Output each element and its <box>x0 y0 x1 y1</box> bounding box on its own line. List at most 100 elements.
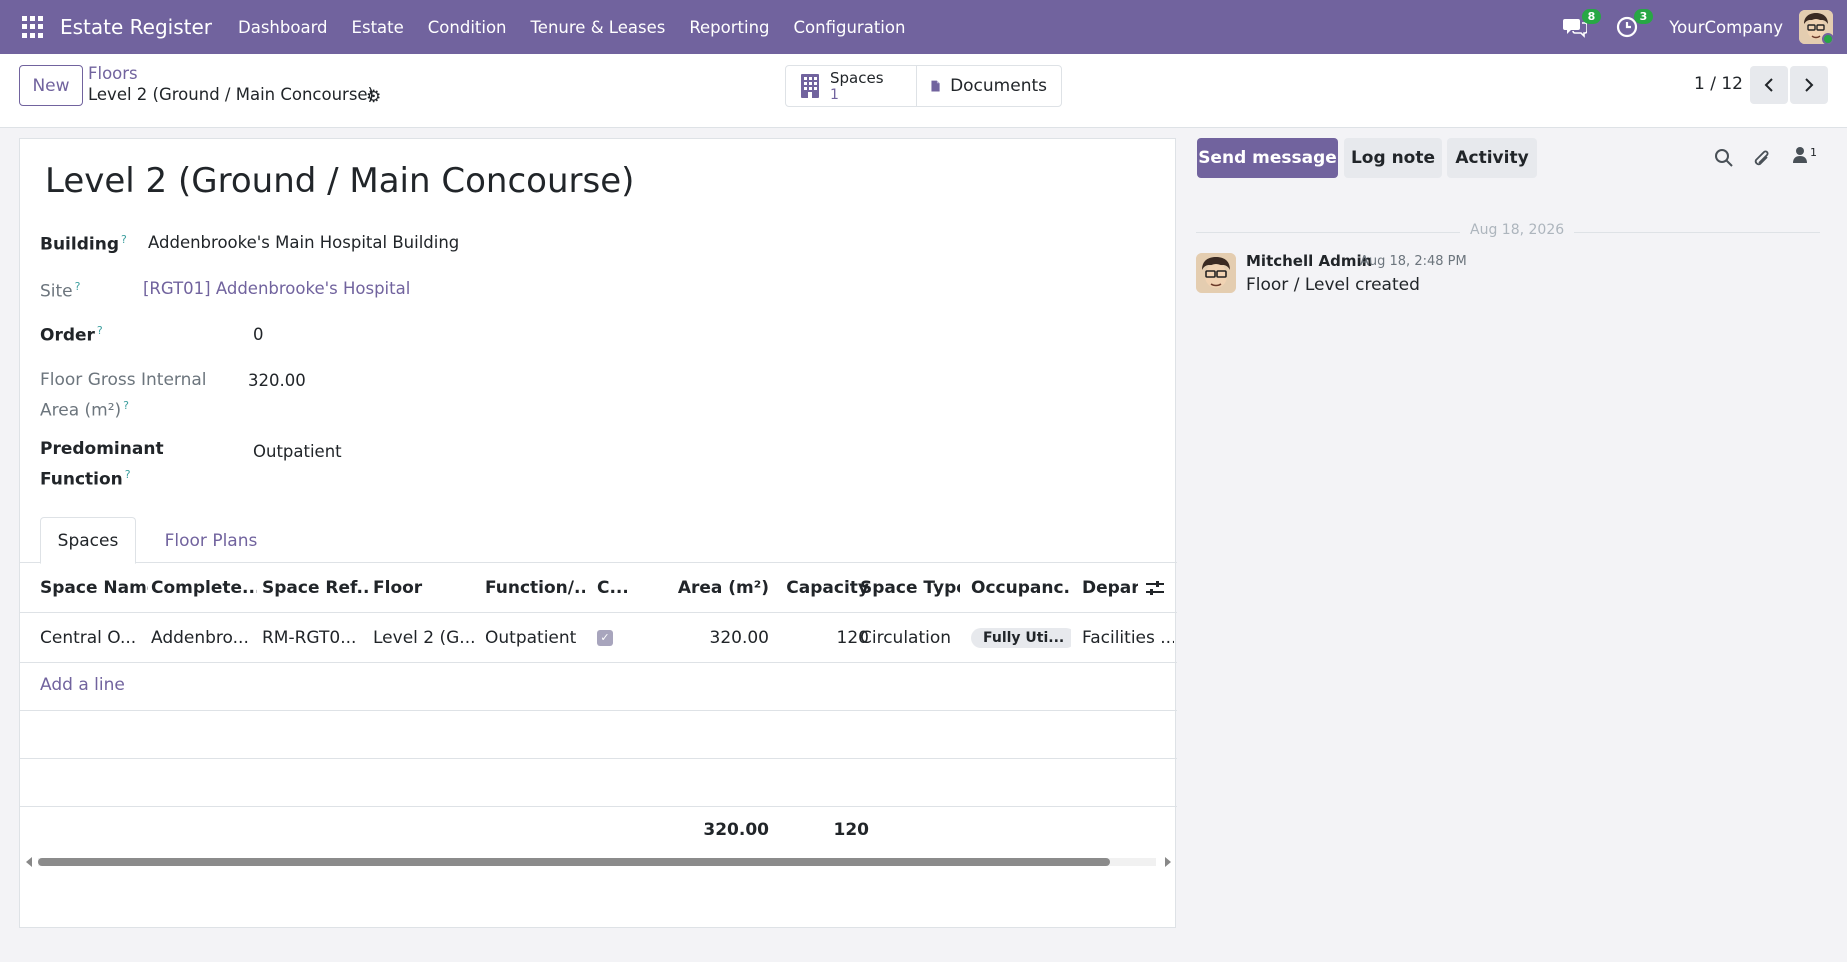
add-line-row: Add a line <box>20 663 1177 711</box>
search-icon[interactable] <box>1714 148 1734 168</box>
chatter-panel: Send message Log note Activity 1 Aug 18,… <box>1196 138 1836 928</box>
col-space-type[interactable]: Space Type <box>860 563 960 612</box>
pager-previous-button[interactable] <box>1750 66 1788 104</box>
spaces-smart-button[interactable]: Spaces 1 <box>786 66 916 106</box>
scrollbar-thumb[interactable] <box>38 858 1110 866</box>
cell-space-type[interactable]: Circulation <box>860 613 964 662</box>
col-capacity[interactable]: Capacity <box>776 563 869 612</box>
tab-spaces[interactable]: Spaces <box>40 517 136 564</box>
breadcrumb-floors[interactable]: Floors <box>88 64 138 83</box>
building-label: Building? <box>40 233 127 255</box>
message-author-avatar[interactable] <box>1196 253 1236 293</box>
documents-smart-button[interactable]: Documents <box>916 66 1061 106</box>
checkbox-checked-icon[interactable]: ✓ <box>597 629 613 646</box>
total-area: 320.00 <box>703 820 769 840</box>
menu-dashboard[interactable]: Dashboard <box>226 18 340 37</box>
smart-buttons: Spaces 1 Documents <box>785 65 1062 107</box>
col-c[interactable]: C... <box>597 563 627 612</box>
building-icon <box>801 74 819 98</box>
order-field[interactable]: 0 <box>253 325 264 344</box>
pager-value[interactable]: 1 / 12 <box>1694 74 1743 94</box>
message-date: Aug 18, 2:48 PM <box>1360 254 1467 269</box>
total-capacity: 120 <box>833 820 870 840</box>
menu-tenure-leases[interactable]: Tenure & Leases <box>519 18 678 37</box>
col-function[interactable]: Function/... <box>485 563 585 612</box>
send-message-button[interactable]: Send message <box>1197 138 1338 178</box>
log-note-button[interactable]: Log note <box>1344 138 1442 178</box>
col-area[interactable]: Area (m²) <box>660 563 769 612</box>
col-complete[interactable]: Complete... <box>151 563 257 612</box>
site-field[interactable]: [RGT01] Addenbrooke's Hospital <box>143 279 410 298</box>
gia-label: Floor Gross Internal Area (m²)? <box>40 370 207 421</box>
gear-icon[interactable]: ⚙ <box>366 87 381 107</box>
spaces-smart-label: Spaces <box>830 68 884 87</box>
chevron-left-icon <box>1764 78 1773 92</box>
user-avatar[interactable] <box>1799 10 1833 44</box>
cell-space-name[interactable]: Central O... <box>40 613 144 662</box>
cell-space-ref[interactable]: RM-RGT0... <box>262 613 366 662</box>
date-separator: Aug 18, 2026 <box>1196 222 1820 242</box>
user-icon <box>1793 147 1807 163</box>
table-header: Space Name Complete... Space Ref... Floo… <box>20 563 1177 613</box>
notebook-tabs: Spaces Floor Plans <box>20 517 1177 564</box>
occupancy-badge: Fully Uti... <box>971 627 1071 648</box>
date-separator-label: Aug 18, 2026 <box>1460 222 1575 238</box>
chevron-right-icon <box>1805 78 1814 92</box>
gia-field[interactable]: 320.00 <box>248 371 306 390</box>
apps-grid-icon[interactable] <box>22 16 44 38</box>
activities-button[interactable]: 3 <box>1613 9 1654 41</box>
menu-configuration[interactable]: Configuration <box>782 18 918 37</box>
cell-department[interactable]: Facilities ... <box>1082 613 1174 662</box>
message-body: Floor / Level created <box>1246 275 1420 295</box>
control-panel: New Floors Level 2 (Ground / Main Concou… <box>0 54 1847 128</box>
cell-floor[interactable]: Level 2 (G... <box>373 613 477 662</box>
tab-floor-plans[interactable]: Floor Plans <box>156 517 266 564</box>
company-switcher[interactable]: YourCompany <box>1669 18 1783 37</box>
scroll-left-icon[interactable] <box>26 857 32 867</box>
menu-condition[interactable]: Condition <box>416 18 519 37</box>
cell-checkbox[interactable]: ✓ <box>597 613 627 662</box>
col-department[interactable]: Depart <box>1082 563 1138 612</box>
message-author[interactable]: Mitchell Admin <box>1246 252 1372 270</box>
scroll-right-icon[interactable] <box>1165 857 1171 867</box>
order-label: Order? <box>40 324 103 346</box>
messages-button[interactable]: 8 <box>1561 9 1602 41</box>
col-occupancy[interactable]: Occupanc... <box>971 563 1071 612</box>
add-line-link[interactable]: Add a line <box>40 675 125 695</box>
cell-complete[interactable]: Addenbro... <box>151 613 255 662</box>
cell-function[interactable]: Outpatient <box>485 613 585 662</box>
cell-capacity[interactable]: 120 <box>776 613 869 662</box>
paperclip-icon[interactable] <box>1752 148 1772 170</box>
col-space-name[interactable]: Space Name <box>40 563 148 612</box>
col-space-ref[interactable]: Space Ref... <box>262 563 368 612</box>
document-icon <box>931 80 940 92</box>
new-button[interactable]: New <box>19 65 83 106</box>
table-totals-row: 320.00 120 <box>20 807 1177 853</box>
cell-occupancy[interactable]: Fully Uti... <box>971 613 1071 662</box>
empty-row <box>20 711 1177 759</box>
spaces-table: Space Name Complete... Space Ref... Floo… <box>20 563 1177 853</box>
column-settings-icon[interactable] <box>1145 563 1169 612</box>
cell-area[interactable]: 320.00 <box>660 613 769 662</box>
building-field[interactable]: Addenbrooke's Main Hospital Building <box>148 233 459 252</box>
predominant-function-label: Predominant Function? <box>40 439 164 490</box>
messages-badge: 8 <box>1581 9 1602 24</box>
form-sheet: Level 2 (Ground / Main Concourse) Buildi… <box>19 138 1177 928</box>
record-title[interactable]: Level 2 (Ground / Main Concourse) <box>45 161 634 201</box>
activity-button[interactable]: Activity <box>1447 138 1537 178</box>
followers-count: 1 <box>1810 146 1817 159</box>
documents-smart-label: Documents <box>950 75 1047 96</box>
followers-button[interactable]: 1 <box>1792 146 1817 164</box>
menu-estate[interactable]: Estate <box>340 18 416 37</box>
menu-reporting[interactable]: Reporting <box>677 18 781 37</box>
activities-badge: 3 <box>1633 9 1654 24</box>
predominant-function-field[interactable]: Outpatient <box>253 442 342 461</box>
app-name[interactable]: Estate Register <box>60 15 212 39</box>
top-navbar: Estate Register Dashboard Estate Conditi… <box>0 0 1847 54</box>
breadcrumb-current: Level 2 (Ground / Main Concourse) <box>88 85 375 104</box>
pager-next-button[interactable] <box>1790 66 1828 104</box>
table-row[interactable]: Central O... Addenbro... RM-RGT0... Leve… <box>20 613 1177 663</box>
empty-row <box>20 759 1177 807</box>
col-floor[interactable]: Floor <box>373 563 473 612</box>
horizontal-scrollbar[interactable] <box>20 854 1177 868</box>
